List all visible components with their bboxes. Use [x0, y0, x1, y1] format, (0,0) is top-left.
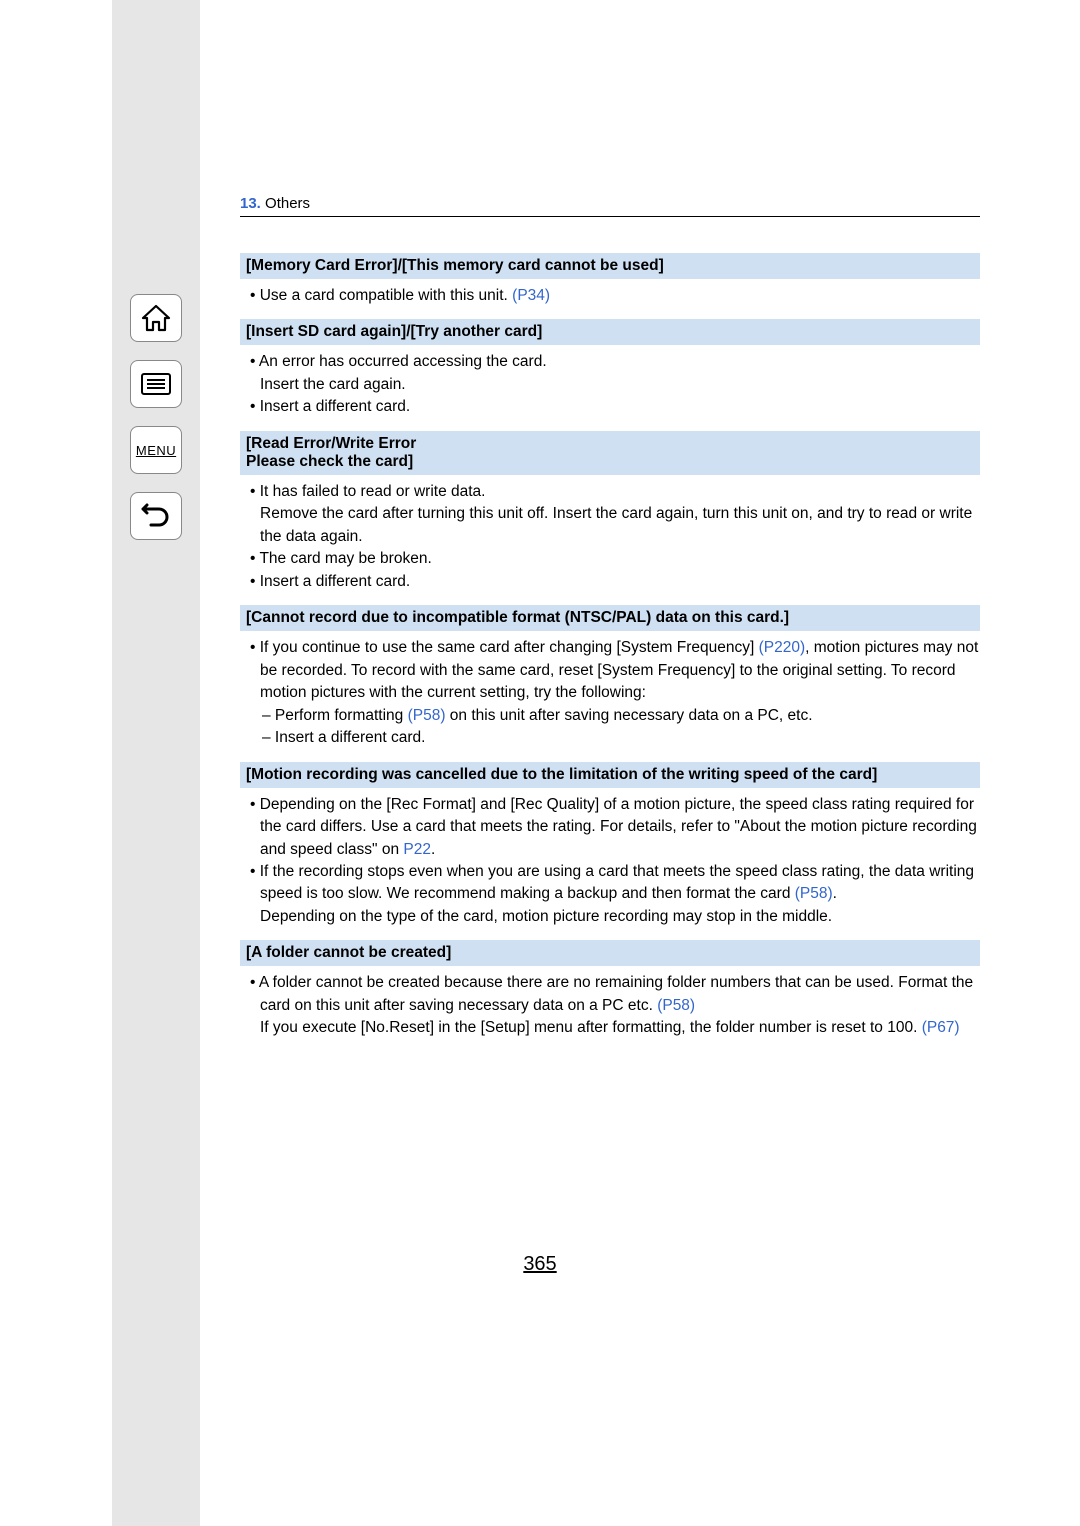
- text: .: [833, 885, 837, 902]
- sections-container: [Memory Card Error]/[This memory card ca…: [240, 253, 980, 1040]
- body-line: • If you continue to use the same card a…: [240, 637, 980, 704]
- text: • Insert a different card.: [250, 573, 410, 590]
- text: • It has failed to read or write data.: [250, 483, 485, 500]
- page-link[interactable]: (P58): [795, 885, 833, 902]
- section-header: [Cannot record due to incompatible forma…: [240, 605, 980, 631]
- section-body: • It has failed to read or write data. Re…: [240, 481, 980, 593]
- text: • The card may be broken.: [250, 550, 432, 567]
- body-line: Remove the card after turning this unit …: [240, 503, 980, 548]
- text: • Depending on the [Rec Format] and [Rec…: [250, 796, 977, 858]
- text: If you execute [No.Reset] in the [Setup]…: [260, 1019, 922, 1036]
- body-line: Depending on the type of the card, motio…: [240, 906, 980, 928]
- body-line: • Depending on the [Rec Format] and [Rec…: [240, 794, 980, 861]
- section-header: [Motion recording was cancelled due to t…: [240, 762, 980, 788]
- text: Insert the card again.: [260, 376, 406, 393]
- sidebar: MENU: [0, 0, 200, 1526]
- page-number: 365: [0, 1253, 1080, 1276]
- body-line: – Insert a different card.: [240, 727, 980, 749]
- page-link[interactable]: (P58): [408, 707, 446, 724]
- body-line: • An error has occurred accessing the ca…: [240, 351, 980, 373]
- menu-button[interactable]: MENU: [130, 426, 182, 474]
- body-line: • The card may be broken.: [240, 548, 980, 570]
- back-icon: [141, 503, 171, 529]
- page-link[interactable]: (P67): [922, 1019, 960, 1036]
- page-link[interactable]: (P220): [759, 639, 806, 656]
- text: • If the recording stops even when you a…: [250, 863, 974, 902]
- text: • An error has occurred accessing the ca…: [250, 353, 547, 370]
- body-line: Insert the card again.: [240, 374, 980, 396]
- home-icon: [141, 304, 171, 332]
- section-body: • Depending on the [Rec Format] and [Rec…: [240, 794, 980, 929]
- section-body: • An error has occurred accessing the ca…: [240, 351, 980, 418]
- body-line: • A folder cannot be created because the…: [240, 972, 980, 1017]
- section-body: • If you continue to use the same card a…: [240, 637, 980, 749]
- list-icon: [140, 372, 172, 396]
- back-button[interactable]: [130, 492, 182, 540]
- menu-label: MENU: [136, 443, 176, 458]
- home-button[interactable]: [130, 294, 182, 342]
- page: MENU 13. Others [Memory Card Error]/[Thi…: [0, 0, 1080, 1526]
- content: 13. Others [Memory Card Error]/[This mem…: [200, 0, 1080, 1526]
- body-line: • Use a card compatible with this unit. …: [240, 285, 980, 307]
- body-line: • Insert a different card.: [240, 396, 980, 418]
- body-line: If you execute [No.Reset] in the [Setup]…: [240, 1017, 980, 1039]
- section-header: [Insert SD card again]/[Try another card…: [240, 319, 980, 345]
- chapter-title: Others: [265, 195, 310, 212]
- text: • Insert a different card.: [250, 398, 410, 415]
- page-link[interactable]: (P34): [512, 287, 550, 304]
- text: • A folder cannot be created because the…: [250, 974, 973, 1013]
- text: on this unit after saving necessary data…: [445, 707, 812, 724]
- page-link[interactable]: P22: [403, 841, 431, 858]
- chapter-number: 13.: [240, 195, 261, 212]
- text: • Use a card compatible with this unit.: [250, 287, 512, 304]
- divider: [240, 216, 980, 217]
- text: Depending on the type of the card, motio…: [260, 908, 832, 925]
- section-header: [A folder cannot be created]: [240, 940, 980, 966]
- section-header: [Memory Card Error]/[This memory card ca…: [240, 253, 980, 279]
- text: – Insert a different card.: [262, 729, 425, 746]
- text: Remove the card after turning this unit …: [260, 505, 972, 544]
- body-line: • Insert a different card.: [240, 571, 980, 593]
- sidebar-stripe: [112, 0, 200, 1526]
- text: • If you continue to use the same card a…: [250, 639, 759, 656]
- section-body: • A folder cannot be created because the…: [240, 972, 980, 1039]
- section-body: • Use a card compatible with this unit. …: [240, 285, 980, 307]
- body-line: – Perform formatting (P58) on this unit …: [240, 705, 980, 727]
- body-line: • If the recording stops even when you a…: [240, 861, 980, 906]
- contents-button[interactable]: [130, 360, 182, 408]
- chapter-heading: 13. Others: [240, 195, 980, 212]
- text: .: [431, 841, 435, 858]
- text: – Perform formatting: [262, 707, 408, 724]
- nav-icons: MENU: [126, 294, 186, 540]
- page-link[interactable]: (P58): [657, 997, 695, 1014]
- body-line: • It has failed to read or write data.: [240, 481, 980, 503]
- section-header: [Read Error/Write ErrorPlease check the …: [240, 431, 980, 475]
